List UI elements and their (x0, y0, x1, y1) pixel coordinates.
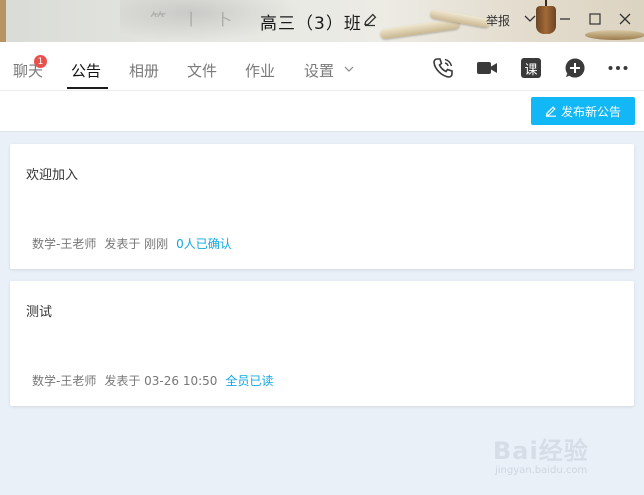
dropdown-icon[interactable] (520, 9, 540, 29)
minimize-icon[interactable] (555, 9, 575, 29)
watermark-brand: Bai经验 (493, 437, 589, 465)
close-icon[interactable] (615, 9, 635, 29)
baidu-jingyan-watermark: Bai经验 jingyan.baidu.com (493, 425, 623, 485)
class-icon[interactable]: 课 (519, 56, 543, 80)
edit-title-icon[interactable] (362, 12, 378, 28)
title-bar-edge (0, 0, 6, 42)
announcement-read-status[interactable]: 全员已读 (225, 374, 273, 388)
background-ink-dish (585, 30, 644, 40)
watermark-url: jingyan.baidu.com (495, 465, 588, 476)
announcement-title: 测试 (26, 305, 53, 320)
settings-chevron-down-icon[interactable] (339, 59, 359, 79)
publish-announcement-button[interactable]: 发布新公告 (531, 97, 635, 125)
pencil-icon (545, 106, 556, 117)
announcement-author: 数学-王老师 (32, 237, 97, 251)
announcement-card[interactable]: 测试 数学-王老师 发表于 03-26 10:50 全员已读 (10, 281, 634, 406)
tab-announcements[interactable]: 公告 (71, 60, 101, 81)
tab-homework[interactable]: 作业 (245, 60, 275, 81)
tab-album[interactable]: 相册 (129, 60, 159, 81)
window-title: 高三（3）班 (260, 14, 362, 34)
tab-settings[interactable]: 设置 (304, 60, 334, 81)
maximize-icon[interactable] (585, 9, 605, 29)
announcement-title: 欢迎加入 (26, 168, 79, 183)
video-call-icon[interactable] (475, 56, 499, 80)
announcement-meta: 数学-王老师 发表于 03-26 10:50 全员已读 (32, 372, 273, 389)
announcement-posted-time: 发表于 03-26 10:50 (104, 374, 218, 388)
unread-badge: 1 (34, 55, 47, 68)
announcement-confirm-status[interactable]: 0人已确认 (176, 237, 232, 251)
publish-announcement-label: 发布新公告 (560, 104, 621, 119)
class-icon-label: 课 (521, 58, 541, 78)
background-scroll (379, 18, 461, 40)
announcement-card[interactable]: 欢迎加入 数学-王老师 发表于 刚刚 0人已确认 (10, 144, 634, 269)
phone-call-icon[interactable] (431, 56, 455, 80)
report-button[interactable]: 举报 (486, 12, 510, 29)
announcement-meta: 数学-王老师 发表于 刚刚 0人已确认 (32, 235, 232, 252)
more-options-icon[interactable] (606, 56, 630, 80)
tab-files[interactable]: 文件 (187, 60, 217, 81)
add-plus-icon[interactable] (563, 56, 587, 80)
announcement-author: 数学-王老师 (32, 374, 97, 388)
background-calligraphy: ⺮ 丨 ⼘ (150, 10, 239, 29)
announcement-posted-time: 发表于 刚刚 (104, 237, 169, 251)
active-tab-indicator (67, 87, 108, 89)
